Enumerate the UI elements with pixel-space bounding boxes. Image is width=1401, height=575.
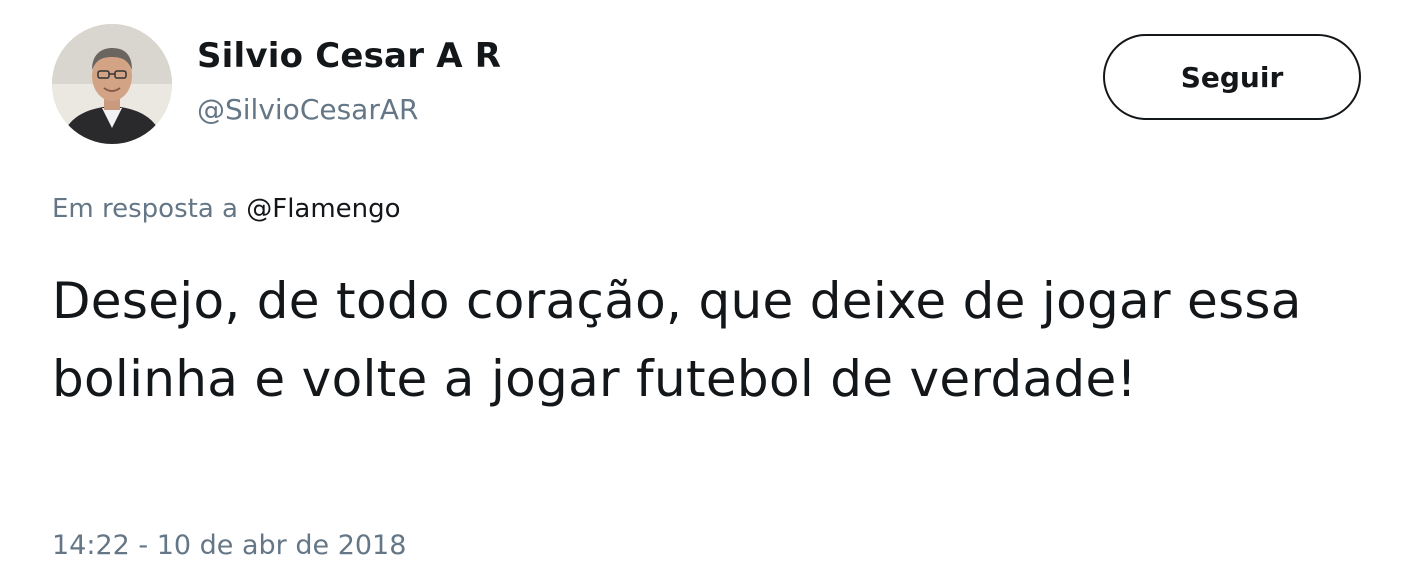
- follow-button-label: Seguir: [1180, 60, 1284, 94]
- follow-button[interactable]: Seguir: [1103, 34, 1361, 120]
- reply-prefix: Em resposta a: [52, 194, 238, 224]
- reply-handle-link[interactable]: @Flamengo: [246, 194, 400, 224]
- author-handle[interactable]: @SilvioCesarAR: [197, 93, 418, 126]
- author-name[interactable]: Silvio Cesar A R: [197, 36, 501, 76]
- tweet-card: Silvio Cesar A R @SilvioCesarAR Seguir E…: [0, 0, 1401, 575]
- tweet-timestamp[interactable]: 14:22 - 10 de abr de 2018: [52, 530, 406, 561]
- avatar[interactable]: [52, 24, 172, 144]
- reply-context: Em resposta a @Flamengo: [52, 194, 401, 224]
- avatar-photo-icon: [52, 24, 172, 144]
- tweet-text: Desejo, de todo coração, que deixe de jo…: [52, 272, 1302, 408]
